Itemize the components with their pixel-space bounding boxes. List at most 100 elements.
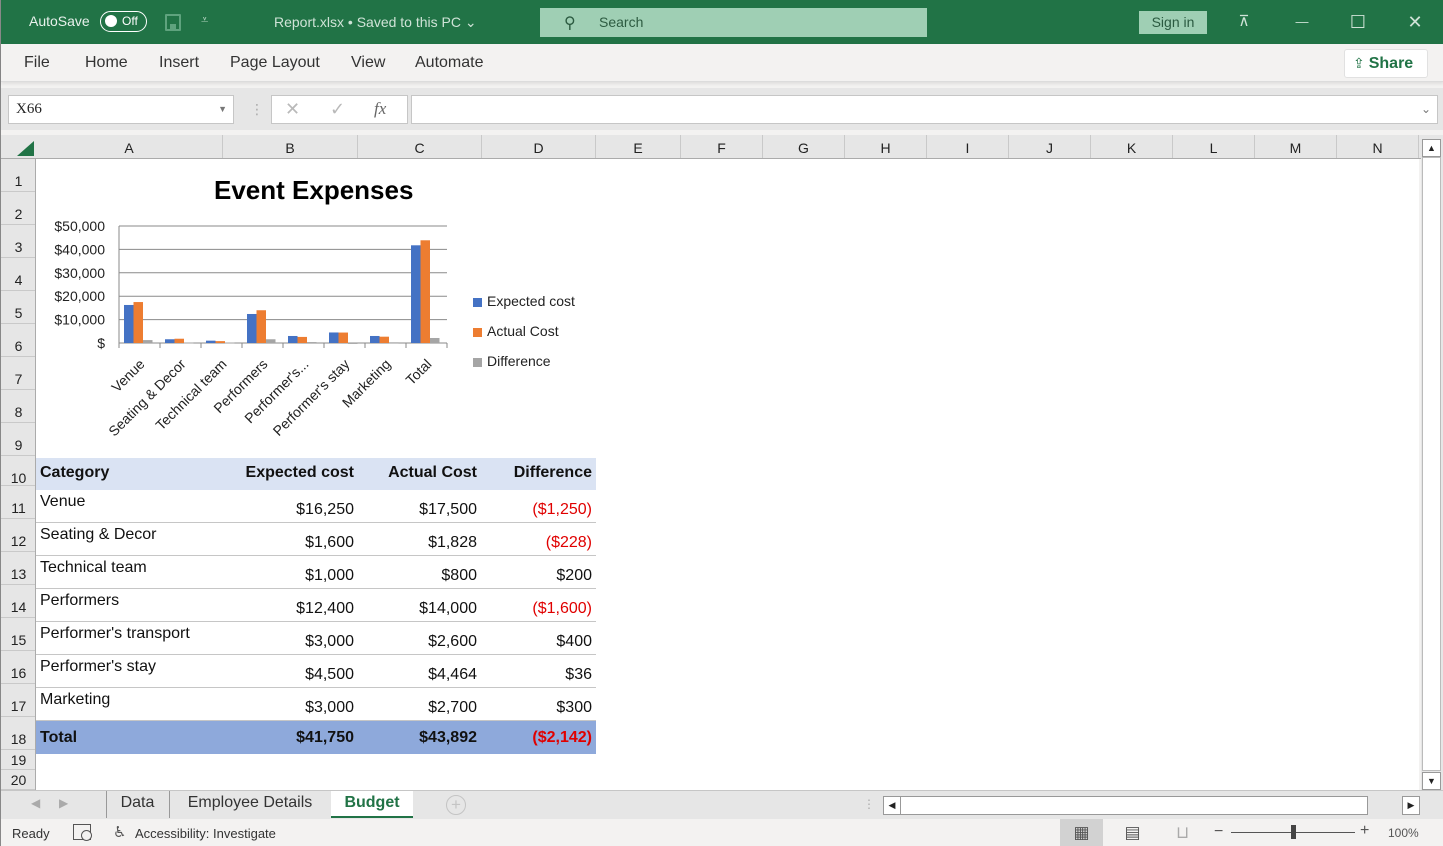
row-header-12[interactable]: 12: [1, 519, 35, 552]
cell-actual-cost[interactable]: $43,892: [356, 721, 477, 754]
bar-expected-cost[interactable]: [370, 335, 380, 343]
horizontal-scrollbar[interactable]: ◀ ▶: [883, 796, 1420, 815]
accessibility-icon[interactable]: ♿: [113, 823, 126, 841]
bar-expected-cost[interactable]: [288, 335, 298, 343]
bar-difference[interactable]: [225, 342, 235, 344]
tab-split-handle[interactable]: ⋮: [863, 797, 875, 811]
row-header-20[interactable]: 20: [1, 770, 35, 790]
bar-difference[interactable]: [389, 342, 399, 344]
legend-item[interactable]: Actual Cost: [473, 323, 575, 353]
bar-expected-cost[interactable]: [247, 313, 257, 343]
bar-expected-cost[interactable]: [165, 339, 175, 343]
cell-category[interactable]: Total: [40, 721, 220, 754]
cell-category[interactable]: Technical team: [40, 556, 220, 588]
tab-view[interactable]: View: [351, 54, 385, 72]
close-button[interactable]: ✕: [1400, 9, 1430, 35]
cell-actual-cost[interactable]: $800: [356, 556, 477, 588]
column-header-c[interactable]: C: [358, 135, 482, 158]
row-header-5[interactable]: 5: [1, 291, 35, 324]
vertical-scroll-thumb[interactable]: [1422, 157, 1441, 771]
zoom-slider-thumb[interactable]: [1291, 825, 1296, 839]
prev-sheet-icon[interactable]: ◀: [31, 796, 40, 810]
bar-actual-cost[interactable]: [256, 310, 267, 343]
column-header-h[interactable]: H: [845, 135, 927, 158]
worksheet-grid[interactable]: Event Expenses $ $10,000 $20,000 $30,000 $40…: [36, 159, 1419, 790]
bar-expected-cost[interactable]: [411, 245, 421, 343]
share-button[interactable]: ⇪ Share: [1344, 49, 1428, 78]
scroll-up-icon[interactable]: ▲: [1422, 139, 1441, 157]
cell-category[interactable]: Seating & Decor: [40, 523, 220, 555]
sign-in-button[interactable]: Sign in: [1139, 11, 1207, 34]
header-actual-cost[interactable]: Actual Cost: [356, 458, 477, 490]
row-header-13[interactable]: 13: [1, 552, 35, 585]
header-difference[interactable]: Difference: [478, 458, 592, 490]
cell-difference[interactable]: $200: [478, 556, 592, 588]
cell-category[interactable]: Performers: [40, 589, 220, 621]
cell-actual-cost[interactable]: $17,500: [356, 490, 477, 522]
chevron-down-icon[interactable]: ▼: [218, 104, 227, 114]
cell-difference[interactable]: $300: [478, 688, 592, 720]
cell-expected-cost[interactable]: $1,600: [221, 523, 354, 555]
tab-home[interactable]: Home: [85, 54, 128, 72]
cell-difference[interactable]: ($228): [478, 523, 592, 555]
column-header-b[interactable]: B: [223, 135, 358, 158]
row-header-14[interactable]: 14: [1, 585, 35, 618]
page-break-preview-icon[interactable]: ⊔: [1161, 819, 1204, 846]
ribbon-display-options-icon[interactable]: ⊼: [1229, 9, 1259, 35]
cell-difference[interactable]: ($1,250): [478, 490, 592, 522]
customize-qat-icon[interactable]: ⩡: [201, 12, 208, 28]
column-header-n[interactable]: N: [1337, 135, 1419, 158]
cell-expected-cost[interactable]: $41,750: [221, 721, 354, 754]
row-header-6[interactable]: 6: [1, 324, 35, 357]
search-box[interactable]: ⚲ Search: [540, 8, 927, 37]
name-box[interactable]: X66 ▼: [8, 95, 234, 124]
scroll-down-icon[interactable]: ▼: [1422, 772, 1441, 790]
tab-insert[interactable]: Insert: [159, 54, 199, 72]
row-header-1[interactable]: 1: [1, 159, 35, 192]
document-title[interactable]: Report.xlsx • Saved to this PC ⌄: [274, 14, 477, 31]
add-sheet-icon[interactable]: +: [446, 795, 466, 815]
next-sheet-icon[interactable]: ▶: [59, 796, 68, 810]
horizontal-scroll-thumb[interactable]: [900, 796, 1368, 815]
sheet-tab-employee-details[interactable]: Employee Details: [169, 791, 330, 818]
cell-actual-cost[interactable]: $14,000: [356, 589, 477, 621]
row-header-3[interactable]: 3: [1, 225, 35, 258]
page-layout-view-icon[interactable]: ▤: [1111, 819, 1154, 846]
row-header-15[interactable]: 15: [1, 618, 35, 651]
column-header-j[interactable]: J: [1009, 135, 1091, 158]
bar-actual-cost[interactable]: [297, 336, 308, 343]
row-header-9[interactable]: 9: [1, 423, 35, 456]
column-header-i[interactable]: I: [927, 135, 1009, 158]
bar-actual-cost[interactable]: [379, 336, 390, 343]
select-all-button[interactable]: [17, 141, 34, 156]
bar-difference[interactable]: [307, 342, 317, 344]
cell-difference[interactable]: ($2,142): [478, 721, 592, 754]
column-header-l[interactable]: L: [1173, 135, 1255, 158]
column-header-m[interactable]: M: [1255, 135, 1337, 158]
row-header-17[interactable]: 17: [1, 684, 35, 717]
cell-category[interactable]: Performer's stay: [40, 655, 220, 687]
row-header-19[interactable]: 19: [1, 750, 35, 770]
save-icon[interactable]: [165, 14, 181, 31]
bar-difference[interactable]: [348, 342, 358, 344]
row-header-2[interactable]: 2: [1, 192, 35, 225]
bar-actual-cost[interactable]: [338, 332, 349, 343]
row-header-8[interactable]: 8: [1, 390, 35, 423]
column-header-k[interactable]: K: [1091, 135, 1173, 158]
row-header-7[interactable]: 7: [1, 357, 35, 390]
autosave-toggle[interactable]: Off: [100, 11, 147, 32]
bar-difference[interactable]: [430, 337, 440, 343]
row-header-10[interactable]: 10: [1, 456, 35, 486]
sheet-tab-data[interactable]: Data: [106, 791, 168, 818]
zoom-in-button[interactable]: +: [1360, 822, 1369, 840]
event-expenses-chart[interactable]: $ $10,000 $20,000 $30,000 $40,000 $50,000 Venu…: [36, 159, 476, 459]
legend-item[interactable]: Expected cost: [473, 293, 575, 323]
cell-expected-cost[interactable]: $1,000: [221, 556, 354, 588]
cell-actual-cost[interactable]: $4,464: [356, 655, 477, 687]
cell-actual-cost[interactable]: $2,700: [356, 688, 477, 720]
scroll-left-icon[interactable]: ◀: [883, 796, 901, 815]
cell-category[interactable]: Venue: [40, 490, 220, 522]
bar-expected-cost[interactable]: [124, 304, 134, 343]
cell-expected-cost[interactable]: $3,000: [221, 622, 354, 654]
row-header-16[interactable]: 16: [1, 651, 35, 684]
